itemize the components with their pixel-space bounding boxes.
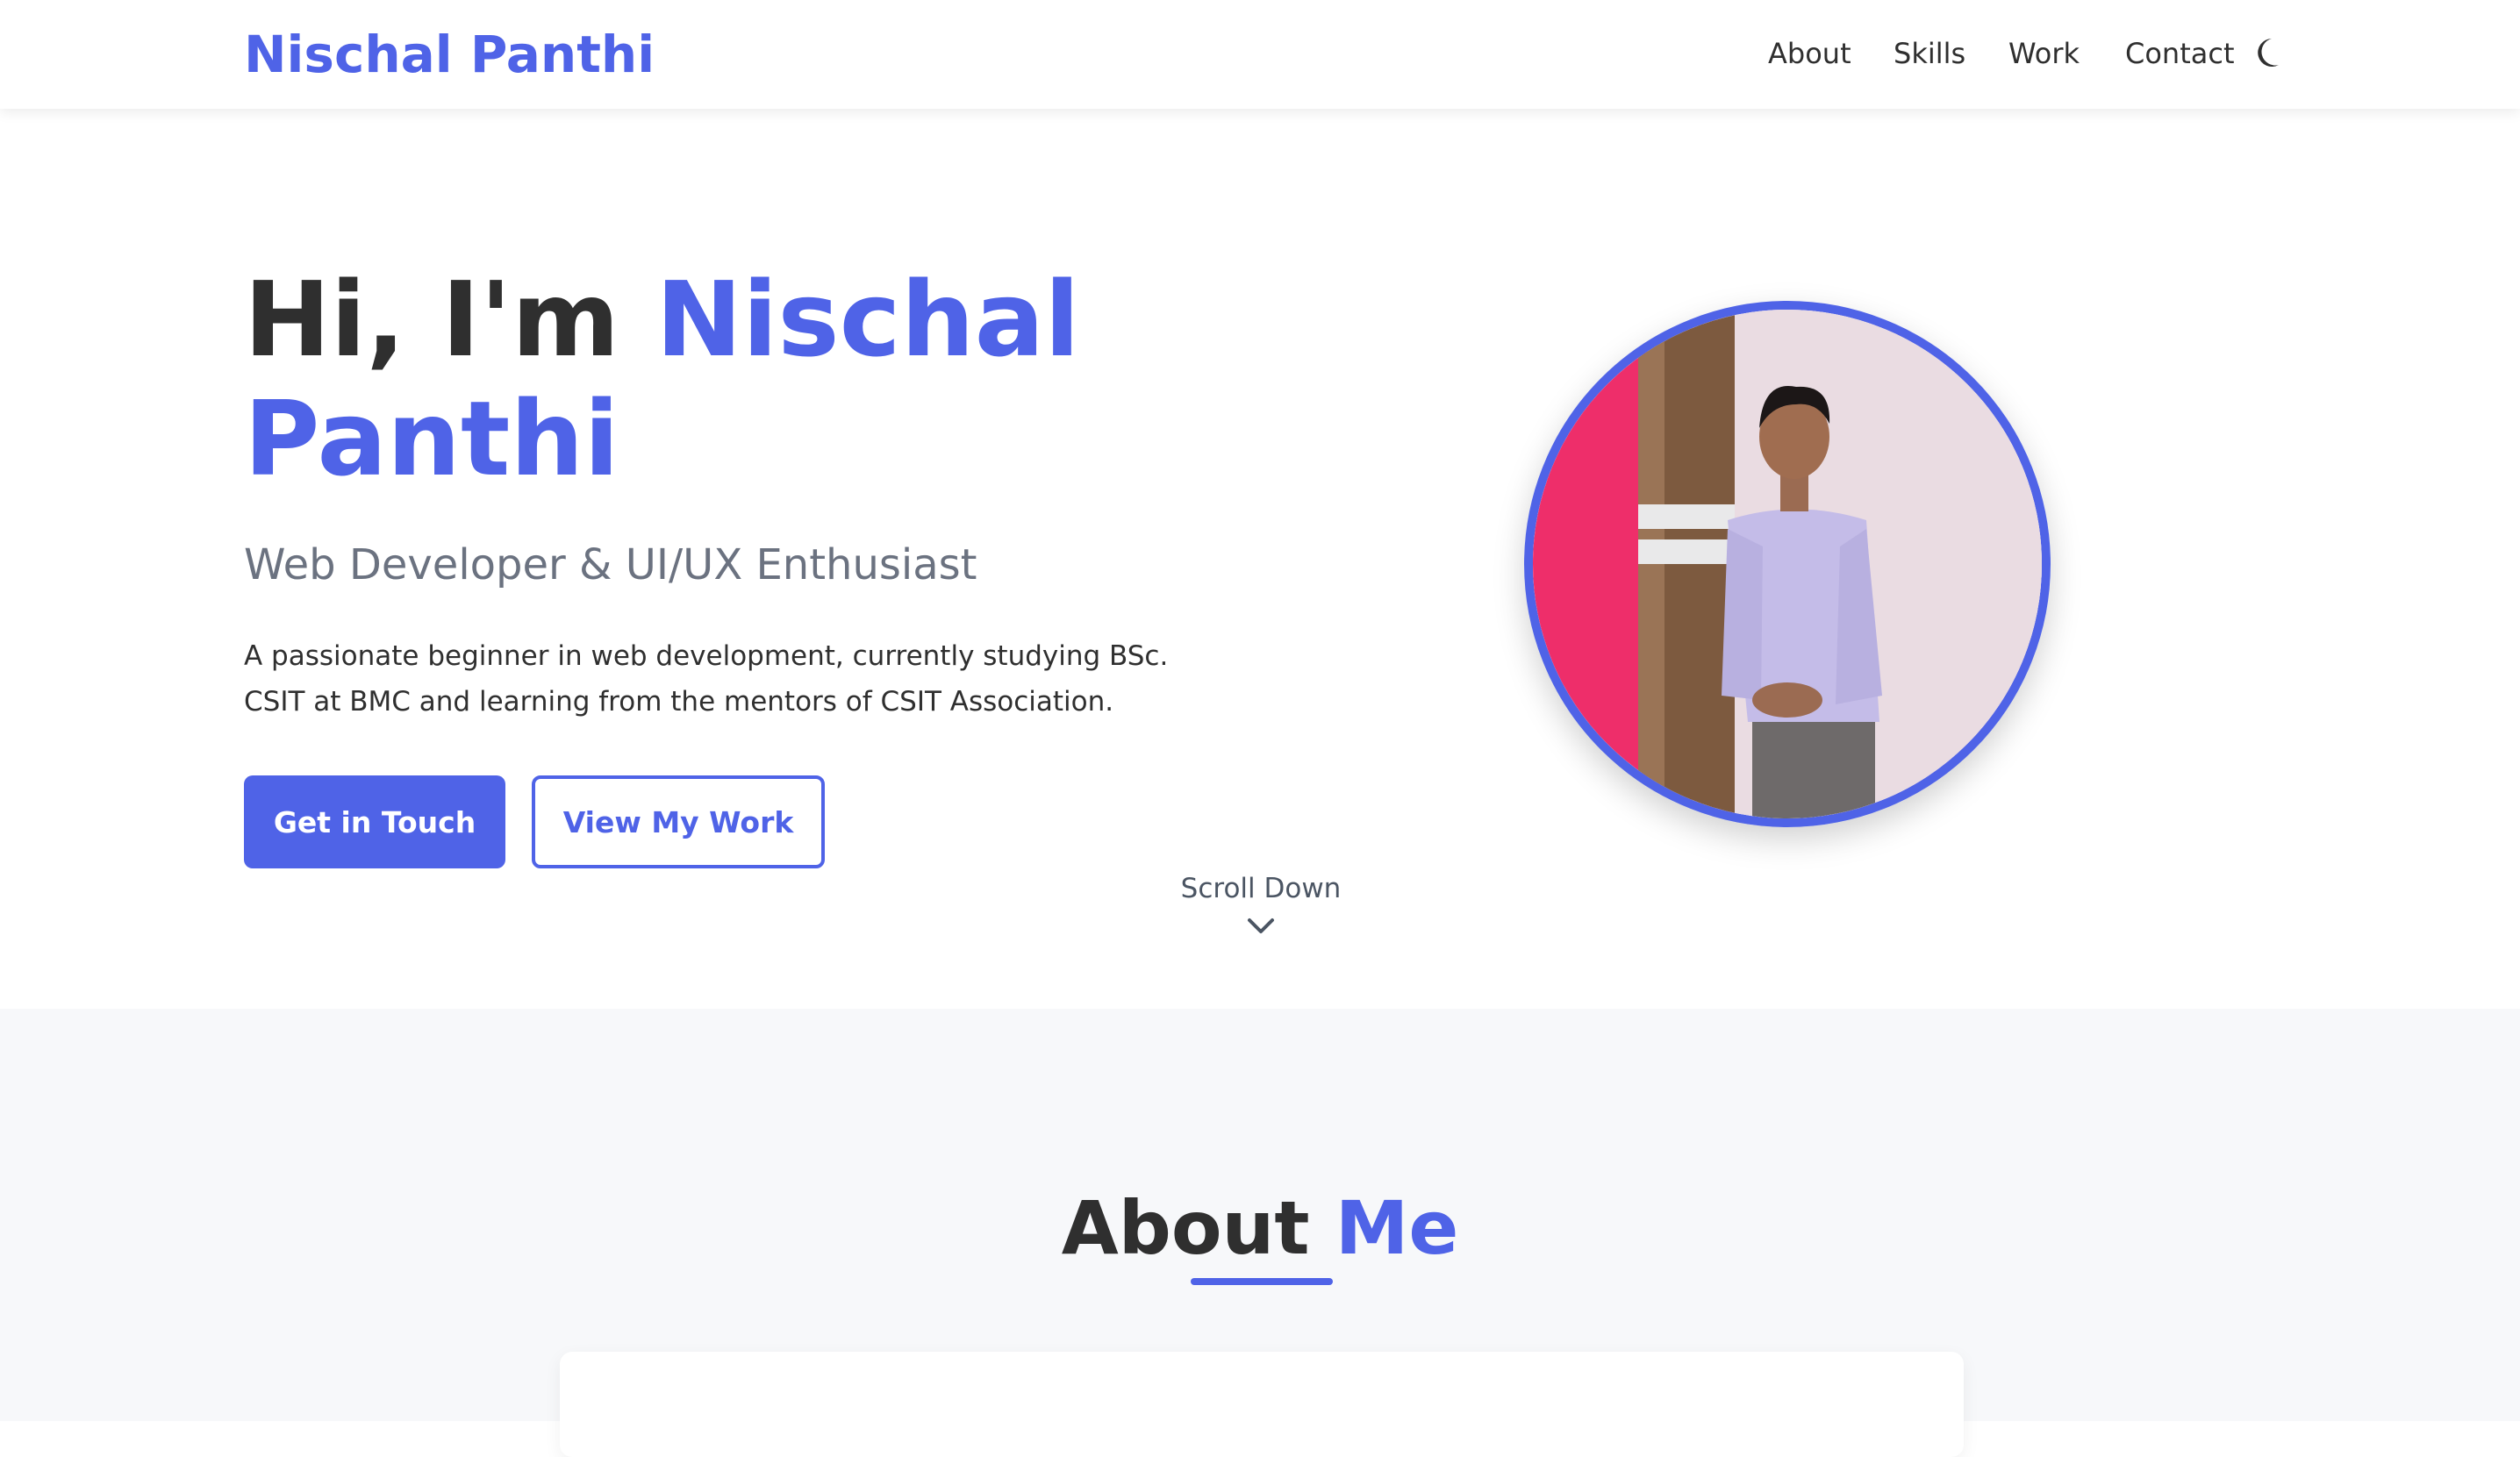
about-title: About Me bbox=[0, 1179, 2520, 1277]
nav-link-about[interactable]: About bbox=[1768, 33, 1851, 74]
hero-name-last: Panthi bbox=[244, 378, 619, 499]
hero-description: A passionate beginner in web development… bbox=[244, 640, 1169, 718]
hero-subtitle: Web Developer & UI/UX Enthusiast bbox=[244, 540, 977, 589]
navbar: Nischal Panthi About Skills Work Contact bbox=[0, 0, 2520, 109]
chevron-down-icon bbox=[1248, 918, 1274, 933]
view-my-work-button[interactable]: View My Work bbox=[532, 775, 825, 868]
scroll-down-label: Scroll Down bbox=[1180, 873, 1342, 904]
about-title-part1: About bbox=[1061, 1185, 1335, 1271]
about-title-underline bbox=[1191, 1278, 1333, 1285]
get-in-touch-button[interactable]: Get in Touch bbox=[244, 775, 505, 868]
nav-link-skills[interactable]: Skills bbox=[1894, 33, 1965, 74]
hero-name-first: Nischal bbox=[655, 259, 1080, 380]
nav-link-contact[interactable]: Contact bbox=[2125, 33, 2235, 74]
about-card bbox=[560, 1352, 1964, 1457]
hero-title: Hi, I'm Nischal Panthi bbox=[244, 260, 1209, 498]
hero-greeting: Hi, I'm bbox=[244, 259, 656, 380]
moon-icon bbox=[2258, 39, 2279, 67]
site-logo[interactable]: Nischal Panthi bbox=[244, 21, 655, 88]
nav-link-work[interactable]: Work bbox=[2008, 33, 2080, 74]
profile-photo bbox=[1524, 301, 2051, 827]
theme-toggle-button[interactable] bbox=[2252, 33, 2284, 72]
scroll-down-link[interactable]: Scroll Down bbox=[1141, 868, 1381, 937]
about-title-part2: Me bbox=[1335, 1185, 1459, 1271]
